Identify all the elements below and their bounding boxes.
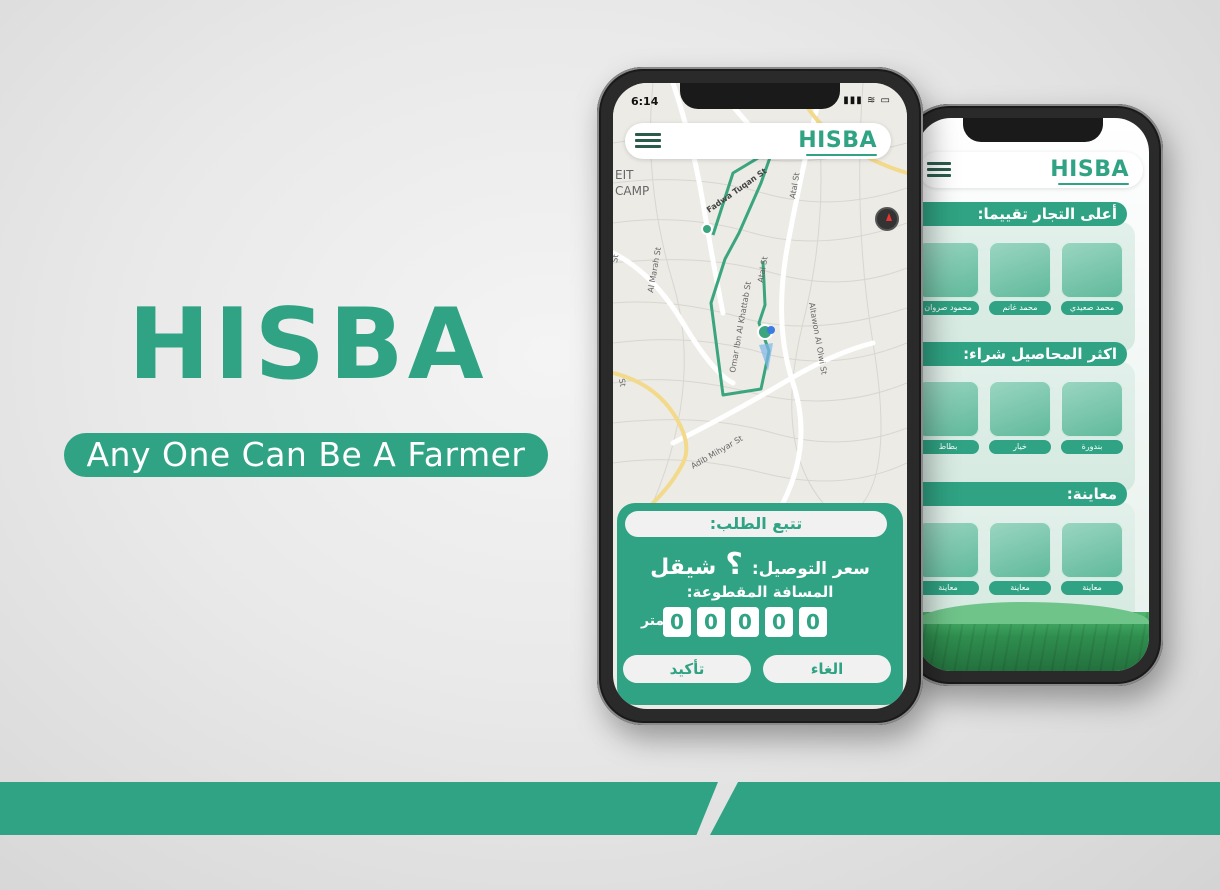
trader-card[interactable]: محمود صروان xyxy=(917,242,979,315)
price-currency: شيقل xyxy=(650,555,717,580)
map-label: CAMP xyxy=(615,184,649,198)
front-phone-screen: EIT CAMP Al Marah St Omar Ibn Al Khattab… xyxy=(613,83,907,709)
crop-card[interactable]: خيار xyxy=(989,381,1051,454)
section-title-top-traders: أعلى التجار تقييما: xyxy=(917,202,1127,226)
card-image xyxy=(1061,242,1123,298)
preview-card[interactable]: معاينة xyxy=(917,522,979,595)
card-image xyxy=(989,522,1051,578)
card-image xyxy=(917,242,979,298)
brand-title: HISBA xyxy=(128,288,488,402)
hamburger-icon[interactable] xyxy=(635,133,661,149)
price-label: سعر التوصيل: xyxy=(751,559,870,579)
trader-card[interactable]: محمد غانم xyxy=(989,242,1051,315)
card-image xyxy=(917,381,979,437)
section-title-top-crops: اكثر المحاصيل شراء: xyxy=(917,342,1127,366)
price-value: ؟ xyxy=(725,547,743,582)
distance-digit: 0 xyxy=(731,607,759,637)
front-phone-notch xyxy=(680,83,840,109)
distance-digit: 0 xyxy=(663,607,691,637)
card-label: خيار xyxy=(989,440,1051,454)
preview-card[interactable]: معاينة xyxy=(1061,522,1123,595)
front-app-logo: HISBA xyxy=(798,128,877,156)
back-app-logo: HISBA xyxy=(1050,157,1129,185)
map-label: EIT xyxy=(615,168,634,182)
card-label: محمد غانم xyxy=(989,301,1051,315)
card-image xyxy=(989,381,1051,437)
panel-title: تتبع الطلب: xyxy=(625,511,887,537)
order-tracking-panel: تتبع الطلب: سعر التوصيل: ؟ شيقل المسافة … xyxy=(617,503,903,705)
front-phone-mockup: EIT CAMP Al Marah St Omar Ibn Al Khattab… xyxy=(597,67,923,725)
crop-card[interactable]: بطاط xyxy=(917,381,979,454)
brand-tagline: Any One Can Be A Farmer xyxy=(64,433,548,477)
card-label: محمد صعيدي xyxy=(1061,301,1123,315)
map-label: St xyxy=(617,378,627,388)
hamburger-icon[interactable] xyxy=(927,162,951,178)
confirm-button[interactable]: تأكيد xyxy=(623,655,751,683)
distance-label: المسافة المقطوعة: xyxy=(686,583,834,601)
section-title-preview: معاينة: xyxy=(917,482,1127,506)
card-label: محمود صروان xyxy=(917,301,979,315)
card-image xyxy=(989,242,1051,298)
compass-icon[interactable] xyxy=(875,207,899,231)
distance-digit: 0 xyxy=(765,607,793,637)
crop-card[interactable]: بندورة xyxy=(1061,381,1123,454)
distance-digit: 0 xyxy=(697,607,725,637)
card-image xyxy=(1061,522,1123,578)
card-label: بندورة xyxy=(1061,440,1123,454)
distance-unit: متر xyxy=(641,613,665,629)
preview-card[interactable]: معاينة xyxy=(989,522,1051,595)
card-image xyxy=(1061,381,1123,437)
delivery-price-row: سعر التوصيل: ؟ شيقل xyxy=(633,547,887,582)
front-app-header: HISBA xyxy=(625,123,891,159)
card-image xyxy=(917,522,979,578)
back-phone-screen: HISBA أعلى التجار تقييما: محمد صعيدي محم… xyxy=(917,118,1149,671)
back-phone-notch xyxy=(963,118,1103,142)
card-label: معاينة xyxy=(1061,581,1123,595)
back-app-header: HISBA xyxy=(919,152,1143,188)
card-label: معاينة xyxy=(917,581,979,595)
card-label: بطاط xyxy=(917,440,979,454)
back-phone-mockup: HISBA أعلى التجار تقييما: محمد صعيدي محم… xyxy=(903,104,1163,686)
cancel-button[interactable]: الغاء xyxy=(763,655,891,683)
bottom-band-right xyxy=(710,782,1220,835)
trader-card[interactable]: محمد صعيدي xyxy=(1061,242,1123,315)
card-label: معاينة xyxy=(989,581,1051,595)
status-time: 6:14 xyxy=(631,95,659,108)
bottom-band-left xyxy=(0,782,718,835)
status-icons: ▮▮▮ ≋ ▭ xyxy=(843,95,891,106)
distance-digit: 0 xyxy=(799,607,827,637)
farmland-illustration xyxy=(917,602,1149,671)
